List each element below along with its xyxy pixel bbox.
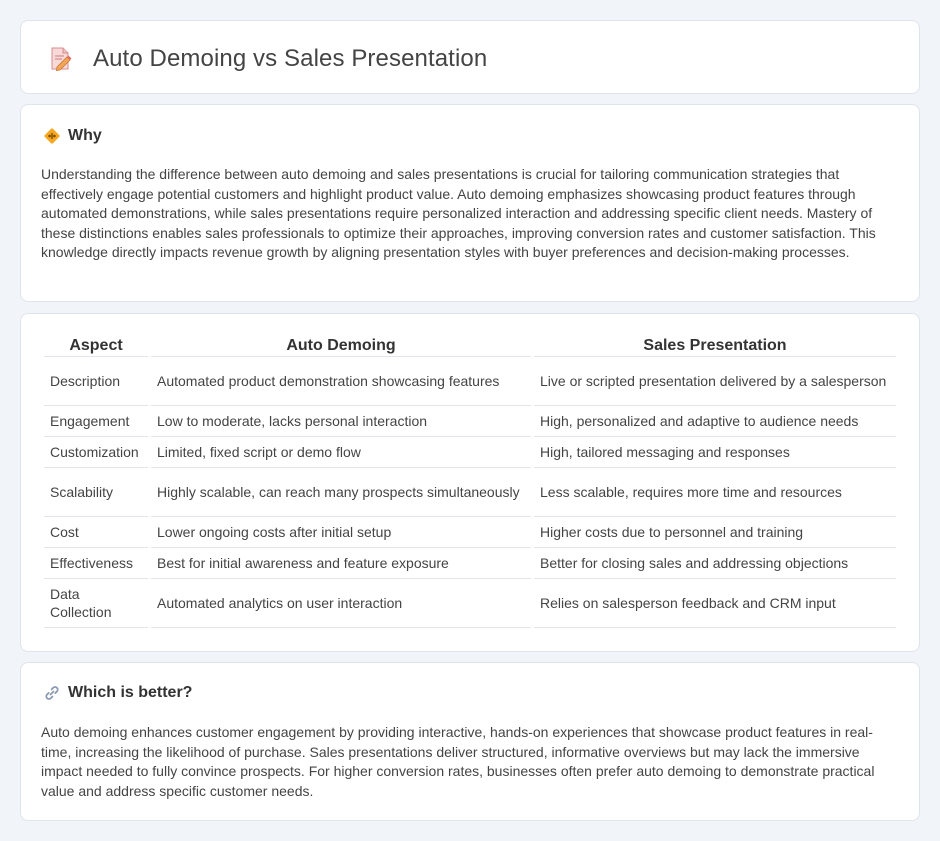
auto-demoing-cell: Best for initial awareness and feature e… xyxy=(151,548,531,579)
header-aspect: Aspect xyxy=(44,336,148,357)
aspect-cell: Data Collection xyxy=(44,579,148,628)
table-row: Cost Lower ongoing costs after initial s… xyxy=(44,517,896,548)
aspect-cell: Effectiveness xyxy=(44,548,148,579)
why-heading: Why xyxy=(68,127,102,144)
auto-demoing-cell: Lower ongoing costs after initial setup xyxy=(151,517,531,548)
page-title: Auto Demoing vs Sales Presentation xyxy=(93,45,488,72)
auto-demoing-cell: Automated product demonstration showcasi… xyxy=(151,357,531,406)
diamond-sign-icon xyxy=(44,128,60,144)
aspect-cell: Scalability xyxy=(44,468,148,517)
table-row: Engagement Low to moderate, lacks person… xyxy=(44,406,896,437)
better-heading: Which is better? xyxy=(68,684,193,701)
header-sales-presentation: Sales Presentation xyxy=(534,336,896,357)
table-row: Data Collection Automated analytics on u… xyxy=(44,579,896,628)
auto-demoing-cell: Automated analytics on user interaction xyxy=(151,579,531,628)
sales-presentation-cell: Higher costs due to personnel and traini… xyxy=(534,517,896,548)
sales-presentation-cell: Relies on salesperson feedback and CRM i… xyxy=(534,579,896,628)
link-icon xyxy=(45,686,59,700)
auto-demoing-cell: Limited, fixed script or demo flow xyxy=(151,437,531,468)
aspect-cell: Description xyxy=(44,357,148,406)
comparison-table-card: Aspect Auto Demoing Sales Presentation D… xyxy=(20,313,920,652)
sales-presentation-cell: Live or scripted presentation delivered … xyxy=(534,357,896,406)
auto-demoing-cell: Highly scalable, can reach many prospect… xyxy=(151,468,531,517)
table-header-row: Aspect Auto Demoing Sales Presentation xyxy=(44,336,896,357)
sales-presentation-cell: Better for closing sales and addressing … xyxy=(534,548,896,579)
table-row: Description Automated product demonstrat… xyxy=(44,357,896,406)
table-row: Effectiveness Best for initial awareness… xyxy=(44,548,896,579)
aspect-cell: Customization xyxy=(44,437,148,468)
sales-presentation-cell: High, tailored messaging and responses xyxy=(534,437,896,468)
why-section: Why Understanding the difference between… xyxy=(20,104,920,302)
title-card: Auto Demoing vs Sales Presentation xyxy=(20,20,920,94)
document-edit-icon xyxy=(51,47,72,71)
comparison-table: Aspect Auto Demoing Sales Presentation D… xyxy=(41,336,899,628)
auto-demoing-cell: Low to moderate, lacks personal interact… xyxy=(151,406,531,437)
aspect-cell: Cost xyxy=(44,517,148,548)
why-text: Understanding the difference between aut… xyxy=(41,166,876,261)
header-auto-demoing: Auto Demoing xyxy=(151,336,531,357)
sales-presentation-cell: High, personalized and adaptive to audie… xyxy=(534,406,896,437)
table-row: Customization Limited, fixed script or d… xyxy=(44,437,896,468)
which-is-better-section: Which is better? Auto demoing enhances c… xyxy=(20,662,920,821)
why-heading-row: Why xyxy=(43,127,102,145)
better-heading-row: Which is better? xyxy=(43,684,192,702)
sales-presentation-cell: Less scalable, requires more time and re… xyxy=(534,468,896,517)
better-text: Auto demoing enhances customer engagemen… xyxy=(41,724,875,799)
aspect-cell: Engagement xyxy=(44,406,148,437)
title-row: Auto Demoing vs Sales Presentation xyxy=(47,45,487,73)
table-row: Scalability Highly scalable, can reach m… xyxy=(44,468,896,517)
